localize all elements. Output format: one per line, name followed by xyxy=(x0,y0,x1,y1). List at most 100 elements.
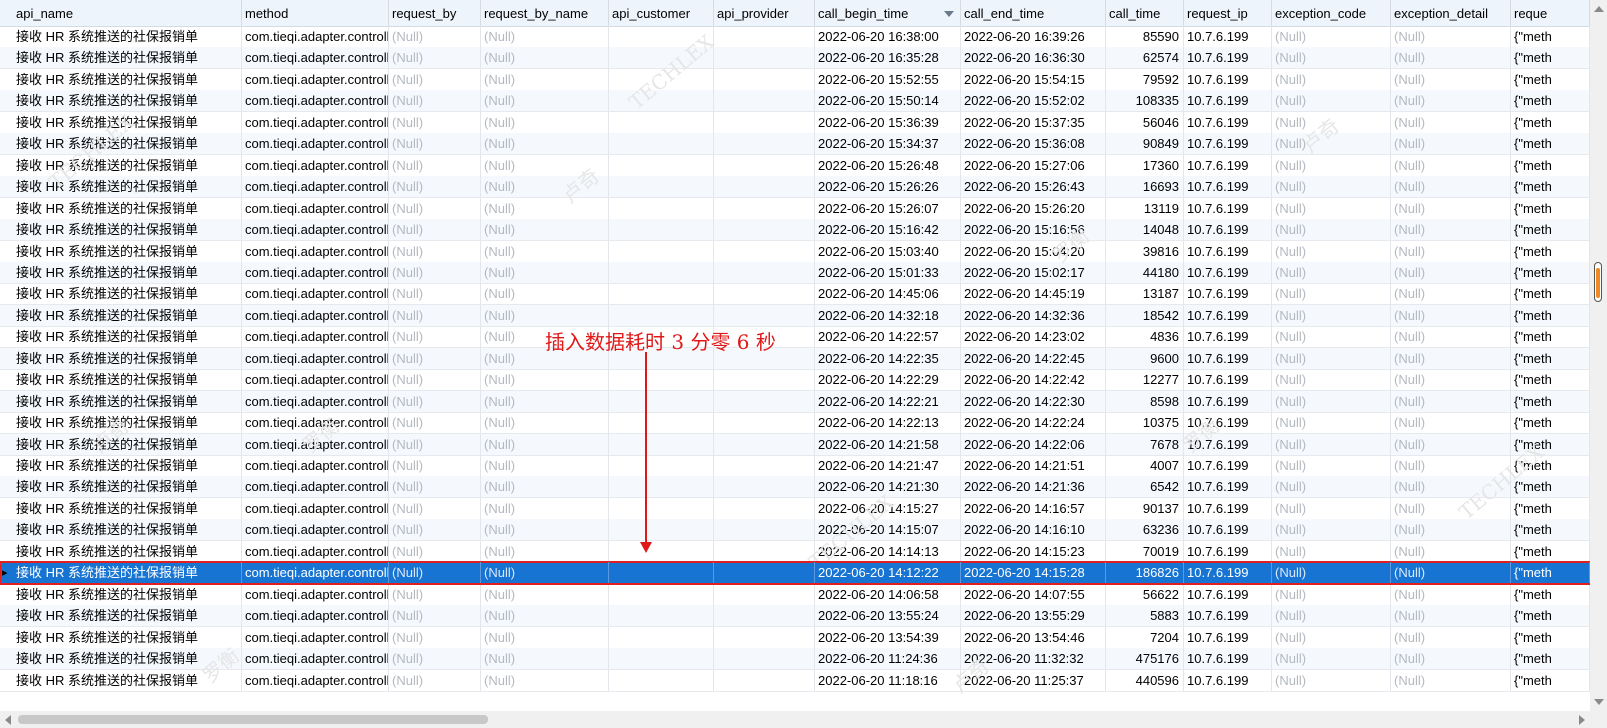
cell-call-end-time[interactable]: 2022-06-20 14:15:23 xyxy=(961,540,1106,562)
cell-request-ip[interactable]: 10.7.6.199 xyxy=(1184,433,1272,455)
cell-exception-detail[interactable]: (Null) xyxy=(1391,669,1511,691)
cell-method[interactable]: com.tieqi.adapter.controll xyxy=(242,68,389,90)
cell-call-begin-time[interactable]: 2022-06-20 11:18:16 xyxy=(815,669,961,691)
cell-exception-detail[interactable]: (Null) xyxy=(1391,455,1511,476)
cell-call-time[interactable]: 4007 xyxy=(1106,455,1184,476)
cell-request-ip[interactable]: 10.7.6.199 xyxy=(1184,283,1272,305)
cell-call-end-time[interactable]: 2022-06-20 15:54:15 xyxy=(961,68,1106,90)
cell-api-provider[interactable] xyxy=(714,562,815,584)
cell-api-name[interactable]: 接收 HR 系统推送的社保报销单 xyxy=(13,433,242,455)
cell-request-ip[interactable]: 10.7.6.199 xyxy=(1184,583,1272,605)
cell-api-customer[interactable] xyxy=(609,283,714,305)
cell-api-customer[interactable] xyxy=(609,369,714,391)
cell-request-ip[interactable]: 10.7.6.199 xyxy=(1184,47,1272,69)
cell-reque[interactable]: {"meth xyxy=(1511,261,1590,283)
cell-api-provider[interactable] xyxy=(714,540,815,562)
cell-request-ip[interactable]: 10.7.6.199 xyxy=(1184,240,1272,262)
cell-request-by-name[interactable]: (Null) xyxy=(481,519,609,541)
cell-call-time[interactable]: 12277 xyxy=(1106,369,1184,391)
cell-request-by[interactable]: (Null) xyxy=(389,176,481,198)
cell-request-by-name[interactable]: (Null) xyxy=(481,626,609,648)
cell-request-by-name[interactable]: (Null) xyxy=(481,433,609,455)
cell-api-customer[interactable] xyxy=(609,261,714,283)
cell-request-ip[interactable]: 10.7.6.199 xyxy=(1184,90,1272,112)
cell-exception-code[interactable]: (Null) xyxy=(1272,347,1391,369)
cell-request-ip[interactable]: 10.7.6.199 xyxy=(1184,219,1272,241)
cell-request-ip[interactable]: 10.7.6.199 xyxy=(1184,412,1272,434)
cell-request-by[interactable]: (Null) xyxy=(389,626,481,648)
table-row[interactable]: 接收 HR 系统推送的社保报销单 com.tieqi.adapter.contro… xyxy=(0,197,1590,220)
cell-call-begin-time[interactable]: 2022-06-20 15:26:07 xyxy=(815,197,961,219)
cell-exception-code[interactable]: (Null) xyxy=(1272,133,1391,155)
cell-api-customer[interactable] xyxy=(609,26,714,47)
cell-reque[interactable]: {"meth xyxy=(1511,347,1590,369)
cell-exception-detail[interactable]: (Null) xyxy=(1391,26,1511,47)
cell-call-time[interactable]: 85590 xyxy=(1106,26,1184,47)
cell-method[interactable]: com.tieqi.adapter.controll xyxy=(242,47,389,69)
table-row[interactable]: 接收 HR 系统推送的社保报销单 com.tieqi.adapter.contro… xyxy=(0,347,1590,370)
cell-request-ip[interactable]: 10.7.6.199 xyxy=(1184,326,1272,348)
cell-exception-detail[interactable]: (Null) xyxy=(1391,476,1511,498)
cell-api-customer[interactable] xyxy=(609,133,714,155)
cell-api-customer[interactable] xyxy=(609,111,714,133)
cell-api-provider[interactable] xyxy=(714,605,815,627)
column-header-call-begin-time[interactable]: call_begin_time xyxy=(815,0,961,26)
cell-api-provider[interactable] xyxy=(714,455,815,476)
cell-exception-code[interactable]: (Null) xyxy=(1272,455,1391,476)
cell-call-time[interactable]: 62574 xyxy=(1106,47,1184,69)
cell-call-time[interactable]: 13119 xyxy=(1106,197,1184,219)
cell-method[interactable]: com.tieqi.adapter.controll xyxy=(242,605,389,627)
cell-reque[interactable]: {"meth xyxy=(1511,583,1590,605)
cell-exception-detail[interactable]: (Null) xyxy=(1391,583,1511,605)
column-header-request-ip[interactable]: request_ip xyxy=(1184,0,1272,26)
cell-api-name[interactable]: 接收 HR 系统推送的社保报销单 xyxy=(13,219,242,241)
cell-call-time[interactable]: 13187 xyxy=(1106,283,1184,305)
cell-request-by-name[interactable]: (Null) xyxy=(481,497,609,519)
cell-request-ip[interactable]: 10.7.6.199 xyxy=(1184,540,1272,562)
cell-call-end-time[interactable]: 2022-06-20 14:45:19 xyxy=(961,283,1106,305)
cell-exception-detail[interactable]: (Null) xyxy=(1391,304,1511,326)
cell-reque[interactable]: {"meth xyxy=(1511,412,1590,434)
cell-api-customer[interactable] xyxy=(609,476,714,498)
cell-request-ip[interactable]: 10.7.6.199 xyxy=(1184,455,1272,476)
cell-request-by[interactable]: (Null) xyxy=(389,261,481,283)
cell-exception-code[interactable]: (Null) xyxy=(1272,369,1391,391)
cell-api-customer[interactable] xyxy=(609,412,714,434)
cell-request-by[interactable]: (Null) xyxy=(389,390,481,412)
cell-call-end-time[interactable]: 2022-06-20 14:16:57 xyxy=(961,497,1106,519)
cell-request-by[interactable]: (Null) xyxy=(389,455,481,476)
cell-call-begin-time[interactable]: 2022-06-20 14:15:07 xyxy=(815,519,961,541)
cell-api-name[interactable]: 接收 HR 系统推送的社保报销单 xyxy=(13,497,242,519)
cell-api-provider[interactable] xyxy=(714,433,815,455)
cell-exception-detail[interactable]: (Null) xyxy=(1391,176,1511,198)
cell-exception-code[interactable]: (Null) xyxy=(1272,90,1391,112)
cell-exception-code[interactable]: (Null) xyxy=(1272,219,1391,241)
cell-call-time[interactable]: 16693 xyxy=(1106,176,1184,198)
cell-exception-code[interactable]: (Null) xyxy=(1272,648,1391,670)
cell-api-customer[interactable] xyxy=(609,519,714,541)
column-header-exception-detail[interactable]: exception_detail xyxy=(1391,0,1511,26)
table-row[interactable]: 接收 HR 系统推送的社保报销单 com.tieqi.adapter.contro… xyxy=(0,626,1590,649)
cell-call-end-time[interactable]: 2022-06-20 15:26:20 xyxy=(961,197,1106,219)
scroll-left-icon[interactable] xyxy=(5,715,11,725)
cell-request-ip[interactable]: 10.7.6.199 xyxy=(1184,26,1272,47)
cell-reque[interactable]: {"meth xyxy=(1511,197,1590,219)
cell-request-by[interactable]: (Null) xyxy=(389,669,481,691)
cell-reque[interactable]: {"meth xyxy=(1511,283,1590,305)
column-header-reque[interactable]: reque xyxy=(1511,0,1590,26)
cell-call-time[interactable]: 39816 xyxy=(1106,240,1184,262)
table-row[interactable]: 接收 HR 系统推送的社保报销单 com.tieqi.adapter.contro… xyxy=(0,26,1590,48)
cell-api-name[interactable]: 接收 HR 系统推送的社保报销单 xyxy=(13,669,242,691)
cell-api-provider[interactable] xyxy=(714,390,815,412)
cell-request-by-name[interactable]: (Null) xyxy=(481,562,609,584)
cell-api-customer[interactable] xyxy=(609,68,714,90)
column-header-request-by-name[interactable]: request_by_name xyxy=(481,0,609,26)
cell-call-begin-time[interactable]: 2022-06-20 15:36:39 xyxy=(815,111,961,133)
cell-call-time[interactable]: 17360 xyxy=(1106,154,1184,176)
cell-request-by-name[interactable]: (Null) xyxy=(481,476,609,498)
cell-request-by[interactable]: (Null) xyxy=(389,197,481,219)
cell-api-provider[interactable] xyxy=(714,47,815,69)
table-row[interactable]: 接收 HR 系统推送的社保报销单 com.tieqi.adapter.contro… xyxy=(0,219,1590,242)
cell-exception-detail[interactable]: (Null) xyxy=(1391,540,1511,562)
column-header-call-time[interactable]: call_time xyxy=(1106,0,1184,26)
